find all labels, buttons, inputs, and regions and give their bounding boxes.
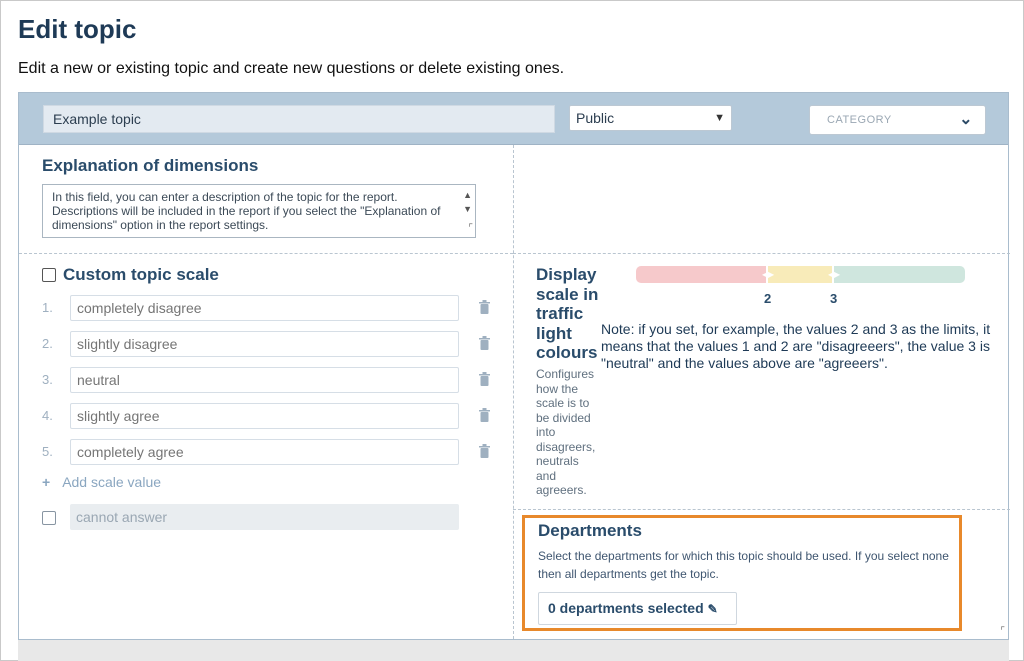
page-subtitle: Edit a new or existing topic and create …	[18, 60, 565, 77]
resize-grip-icon[interactable]: ⌜	[1000, 626, 1005, 637]
traffic-light-description: Configures how the scale is to be divide…	[536, 367, 596, 497]
scale-number: 3.	[42, 372, 53, 387]
trash-icon[interactable]	[479, 336, 490, 350]
section-divider	[513, 253, 1010, 254]
departments-panel: Departments Select the departments for w…	[522, 515, 962, 631]
explanation-title: Explanation of dimensions	[42, 156, 259, 175]
scale-row: 3.	[42, 367, 502, 393]
add-scale-value-button[interactable]: + Add scale value	[42, 474, 161, 490]
traffic-light-note: Note: if you set, for example, the value…	[601, 321, 991, 371]
range-agree	[834, 266, 965, 283]
scale-value-input[interactable]	[70, 367, 459, 393]
custom-scale-checkbox[interactable]	[42, 268, 56, 282]
add-scale-label: Add scale value	[62, 474, 162, 490]
column-divider	[513, 145, 514, 639]
cannot-answer-row: cannot answer	[42, 504, 482, 530]
scale-number: 5.	[42, 444, 53, 459]
scale-value-input[interactable]	[70, 439, 459, 465]
scale-value-input[interactable]	[70, 331, 459, 357]
section-divider	[19, 253, 513, 254]
trash-icon[interactable]	[479, 372, 490, 386]
limit-low-label: 2	[764, 291, 772, 306]
cannot-answer-text: cannot answer	[76, 509, 168, 525]
cannot-answer-input: cannot answer	[70, 504, 459, 530]
cannot-answer-checkbox[interactable]	[42, 511, 56, 525]
explanation-textarea[interactable]: In this field, you can enter a descripti…	[42, 184, 476, 238]
plus-icon: +	[42, 474, 51, 490]
departments-title: Departments	[538, 521, 642, 540]
departments-button-label: 0 departments selected	[548, 600, 704, 616]
range-disagree	[636, 266, 766, 283]
category-placeholder: CATEGORY	[827, 114, 892, 126]
scale-value-input[interactable]	[70, 403, 459, 429]
traffic-light-title: Display scale in traffic light colours	[536, 265, 599, 362]
topic-editor: Public ▼ CATEGORY ⌄ Explanation of dimen…	[18, 92, 1010, 640]
chevron-down-icon: ⌄	[959, 111, 973, 128]
textarea-scrollbar[interactable]: ▲ ▼	[463, 188, 472, 216]
range-handle-high[interactable]: ▶	[834, 266, 840, 283]
scale-row: 4.	[42, 403, 502, 429]
trash-icon[interactable]	[479, 300, 490, 314]
chevron-down-icon: ▼	[714, 112, 725, 124]
page-title: Edit topic	[18, 14, 137, 44]
custom-scale-label: Custom topic scale	[63, 265, 219, 284]
scale-row: 5.	[42, 439, 502, 465]
visibility-select[interactable]: Public ▼	[569, 105, 732, 131]
scale-row: 2.	[42, 331, 502, 357]
departments-select-button[interactable]: 0 departments selected ✎	[538, 592, 737, 625]
scale-number: 1.	[42, 300, 53, 315]
scale-value-input[interactable]	[70, 295, 459, 321]
section-divider	[513, 509, 1010, 510]
trash-icon[interactable]	[479, 444, 490, 458]
limit-high-label: 3	[830, 291, 838, 306]
resize-grip-icon[interactable]: ⌜	[468, 222, 473, 236]
topic-header-bar: Public ▼ CATEGORY ⌄	[19, 93, 1008, 145]
category-dropdown[interactable]: CATEGORY ⌄	[809, 105, 986, 135]
scale-number: 4.	[42, 408, 53, 423]
custom-scale-toggle[interactable]: Custom topic scale	[42, 265, 219, 285]
pencil-icon: ✎	[707, 602, 718, 616]
scale-number: 2.	[42, 336, 53, 351]
explanation-text: In this field, you can enter a descripti…	[52, 190, 441, 232]
footer-strip	[18, 640, 1009, 661]
range-neutral	[768, 266, 832, 283]
departments-description: Select the departments for which this to…	[538, 549, 949, 581]
topic-name-input[interactable]	[43, 105, 555, 133]
range-handle-low[interactable]: ▶	[768, 266, 774, 283]
visibility-value: Public	[576, 110, 615, 126]
scale-row: 1.	[42, 295, 502, 321]
trash-icon[interactable]	[479, 408, 490, 422]
